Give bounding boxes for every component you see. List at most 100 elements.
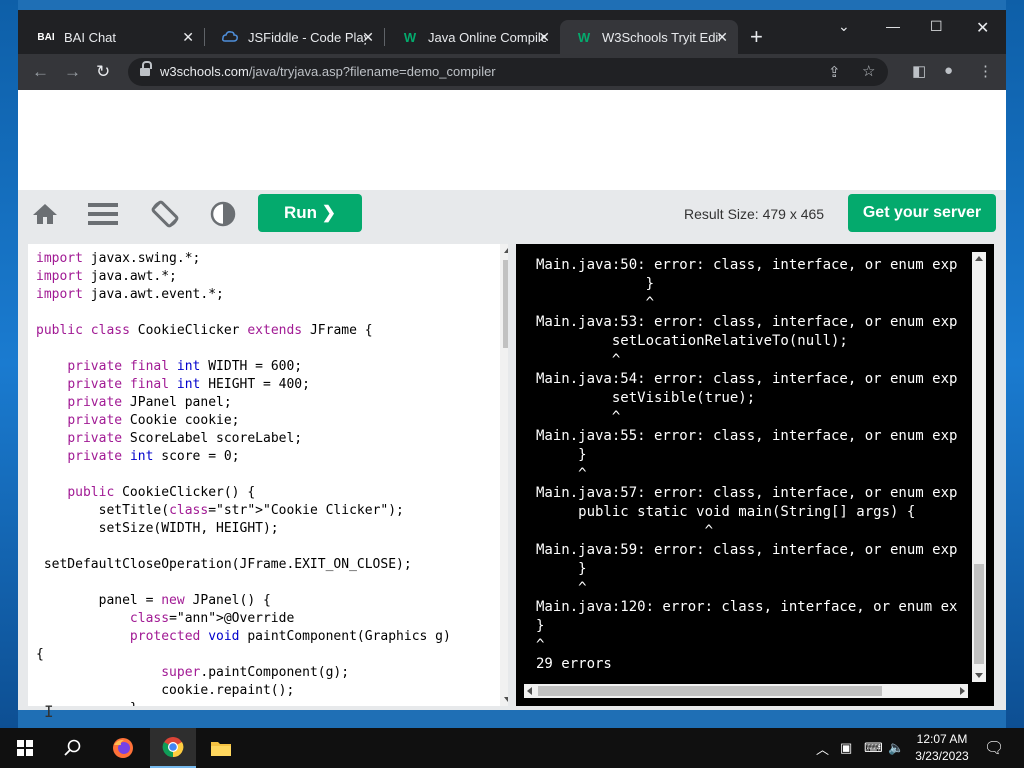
code-line: super.paintComponent(g); [161, 665, 350, 680]
jsfiddle-icon [222, 29, 238, 45]
close-tab-icon[interactable]: ✕ [362, 29, 374, 46]
taskbar: ︿ ▣ ⌨ 🔈 12:07 AM 3/23/2023 🗨 [0, 728, 1024, 768]
output-line: setVisible(true); [536, 390, 756, 406]
scroll-down-arrow-icon[interactable] [975, 673, 983, 678]
get-your-server-button[interactable]: Get your server [848, 194, 996, 232]
browser-toolbar: ← → ↻ w3schools.com/java/tryjava.asp?fil… [18, 54, 1006, 90]
scroll-right-arrow-icon[interactable] [960, 687, 965, 695]
maximize-icon[interactable]: ☐ [930, 18, 943, 35]
address-bar[interactable]: w3schools.com/java/tryjava.asp?filename=… [128, 58, 888, 86]
desktop-right [1006, 0, 1024, 728]
output-line: ^ [536, 637, 545, 653]
notifications-icon[interactable]: 🗨 [984, 738, 1004, 758]
compiler-output: Main.java:50: error: class, interface, o… [536, 256, 957, 674]
text-cursor-icon: I [44, 702, 54, 721]
code-line: setSize(WIDTH, HEIGHT); [36, 521, 279, 536]
tab-title: BAI Chat [64, 29, 117, 45]
result-panel: Main.java:50: error: class, interface, o… [516, 244, 994, 706]
chrome-taskbar-button[interactable] [150, 728, 196, 768]
close-tab-icon[interactable]: ✕ [182, 29, 194, 46]
back-icon[interactable]: ← [32, 62, 49, 82]
firefox-taskbar-button[interactable] [100, 728, 146, 768]
bookmark-star-icon[interactable]: ☆ [862, 62, 875, 80]
tab-w3schools-tryit[interactable]: W W3Schools Tryit Editor ✕ [560, 20, 738, 54]
tray-chevron-icon[interactable]: ︿ [816, 739, 829, 758]
network-adapter-icon[interactable]: ▣ [840, 740, 852, 756]
code-line: { [36, 647, 44, 662]
code-line: private final int HEIGHT = 400; [67, 377, 310, 392]
scroll-down-arrow-icon[interactable] [504, 697, 508, 702]
code-line: setDefaultCloseOperation(JFrame.EXIT_ON_… [36, 557, 412, 572]
output-line: } [536, 618, 545, 634]
forward-icon[interactable]: → [64, 62, 81, 82]
new-tab-icon[interactable]: + [750, 24, 763, 50]
run-button[interactable]: Run ❯ [258, 194, 362, 232]
start-button[interactable] [2, 728, 48, 768]
output-line: ^ [536, 466, 587, 482]
code-line: setTitle(class="str">"Cookie Clicker"); [36, 503, 404, 518]
editor-scrollbar[interactable] [500, 244, 508, 706]
url-text: w3schools.com/java/tryjava.asp?filename=… [160, 64, 496, 79]
code-line: panel = new JPanel() { [36, 593, 271, 608]
code-line: private JPanel panel; [67, 395, 232, 410]
scroll-up-arrow-icon[interactable] [504, 248, 508, 253]
result-horizontal-scrollbar[interactable] [524, 684, 968, 698]
dark-mode-icon[interactable] [210, 201, 236, 232]
output-line: public static void main(String[] args) { [536, 504, 916, 520]
output-line: ^ [536, 409, 621, 425]
output-line: ^ [536, 523, 714, 539]
close-tab-icon[interactable]: ✕ [538, 29, 550, 46]
tab-search-icon[interactable]: ⌄ [838, 18, 850, 35]
side-panel-icon[interactable]: ◧ [912, 62, 926, 80]
result-vscroll-thumb[interactable] [974, 564, 984, 664]
tab-java-online-compiler[interactable]: W Java Online Compiler ✕ [386, 20, 560, 54]
profile-icon[interactable]: ● [944, 62, 953, 79]
output-line: ^ [536, 580, 587, 596]
tab-title: W3Schools Tryit Editor [602, 29, 720, 45]
close-window-icon[interactable]: ✕ [976, 18, 989, 38]
scroll-up-arrow-icon[interactable] [975, 256, 983, 261]
minimize-icon[interactable]: — [886, 18, 900, 34]
tab-separator [204, 28, 205, 46]
tab-separator [384, 28, 385, 46]
menu-icon[interactable] [88, 202, 118, 231]
reload-icon[interactable]: ↻ [96, 62, 110, 82]
result-vertical-scrollbar[interactable] [972, 252, 986, 682]
code-text[interactable]: import javax.swing.*; import java.awt.*; i… [36, 250, 451, 706]
code-editor[interactable]: import javax.swing.*; import java.awt.*; i… [28, 244, 508, 706]
system-clock[interactable]: 12:07 AM 3/23/2023 [906, 731, 978, 765]
tab-jsfiddle[interactable]: JSFiddle - Code Playg ✕ [206, 20, 384, 54]
firefox-icon [113, 738, 133, 758]
close-tab-icon[interactable]: ✕ [716, 29, 728, 46]
clock-date: 3/23/2023 [915, 749, 969, 763]
chrome-icon [162, 737, 184, 758]
volume-muted-icon[interactable]: 🔈 [888, 740, 904, 756]
keyboard-icon[interactable]: ⌨ [864, 740, 883, 756]
code-line: import java.awt.*; [36, 269, 177, 284]
scroll-left-arrow-icon[interactable] [527, 687, 532, 695]
output-line: } [536, 276, 655, 292]
code-line: private ScoreLabel scoreLabel; [67, 431, 303, 446]
editor-scroll-thumb[interactable] [503, 260, 508, 348]
output-line: Main.java:50: error: class, interface, o… [536, 257, 958, 273]
file-explorer-taskbar-button[interactable] [198, 728, 244, 768]
share-icon[interactable]: ⇪ [828, 63, 841, 81]
ad-area [18, 90, 1006, 190]
search-button[interactable] [50, 728, 96, 768]
output-line: ^ [536, 352, 621, 368]
output-line: Main.java:53: error: class, interface, o… [536, 314, 958, 330]
menu-kebab-icon[interactable]: ⋮ [978, 62, 993, 80]
home-icon[interactable] [32, 202, 58, 231]
code-line: public CookieClicker() { [67, 485, 256, 500]
tab-title: JSFiddle - Code Playg [248, 29, 366, 45]
tab-bai-chat[interactable]: BAI BAI Chat ✕ [22, 20, 204, 54]
rotate-orientation-icon[interactable] [150, 199, 180, 234]
browser-window: BAI BAI Chat ✕ JSFiddle - Code Playg ✕ W… [18, 10, 1006, 721]
output-line: Main.java:120: error: class, interface, … [536, 599, 958, 615]
tab-title: Java Online Compiler [428, 29, 546, 45]
tryit-toolbar: Run ❯ Result Size: 479 x 465 Get your se… [18, 190, 1006, 240]
result-hscroll-thumb[interactable] [538, 686, 882, 696]
